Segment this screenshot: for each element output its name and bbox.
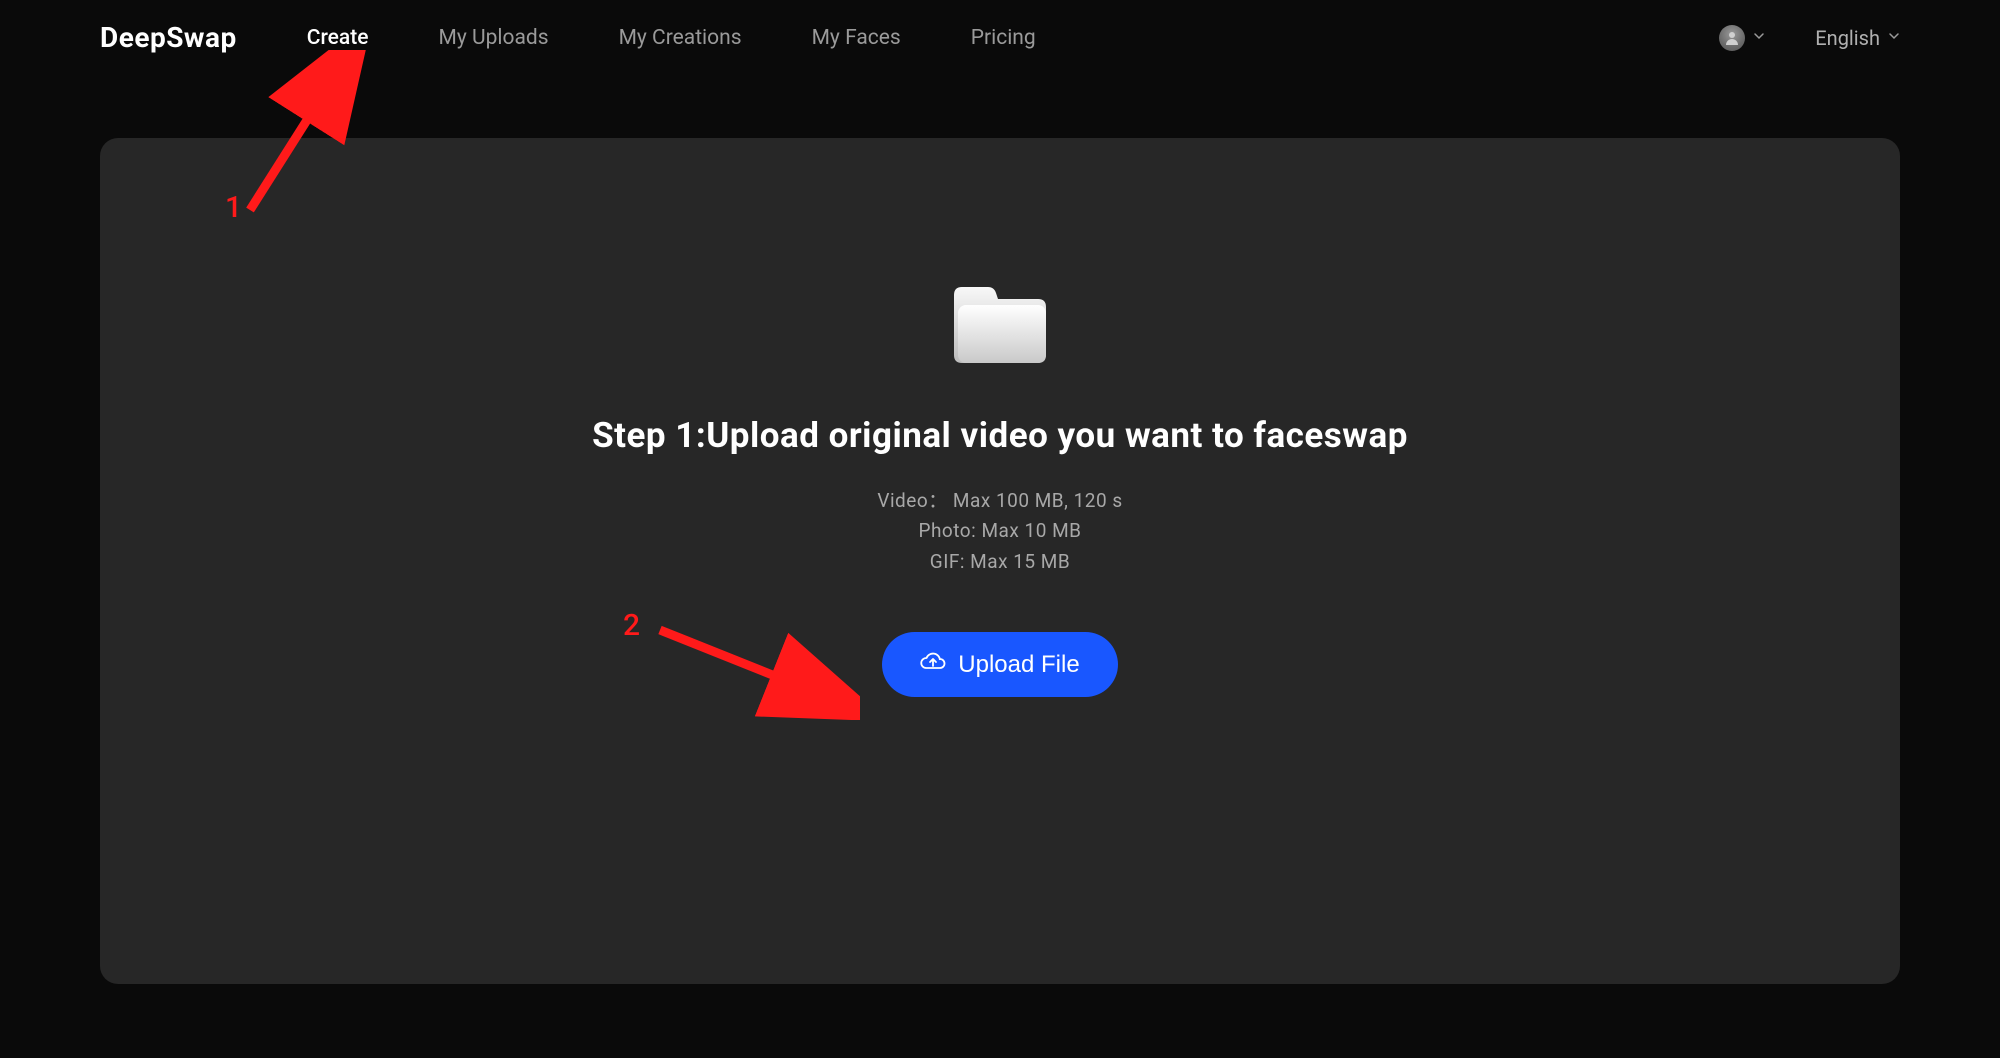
upload-panel: Step 1:Upload original video you want to… xyxy=(100,138,1900,984)
nav-create[interactable]: Create xyxy=(307,26,369,50)
account-menu[interactable] xyxy=(1719,25,1765,51)
language-label: English xyxy=(1815,26,1880,50)
upload-button-label: Upload File xyxy=(958,651,1079,679)
upload-file-button[interactable]: Upload File xyxy=(882,632,1117,697)
nav-pricing[interactable]: Pricing xyxy=(971,26,1036,50)
nav-my-uploads[interactable]: My Uploads xyxy=(438,26,548,50)
chevron-down-icon xyxy=(1753,30,1765,46)
step-heading: Step 1:Upload original video you want to… xyxy=(592,415,1408,456)
app-root: DeepSwap Create My Uploads My Creations … xyxy=(0,0,2000,1058)
person-icon xyxy=(1724,30,1740,46)
upload-limits: Video： Max 100 MB, 120 s Photo: Max 10 M… xyxy=(877,486,1122,577)
header: DeepSwap Create My Uploads My Creations … xyxy=(0,0,2000,75)
chevron-down-icon xyxy=(1888,30,1900,46)
limit-gif: GIF: Max 15 MB xyxy=(877,547,1122,577)
folder-icon xyxy=(950,283,1050,365)
brand-logo[interactable]: DeepSwap xyxy=(100,21,237,54)
nav-my-creations[interactable]: My Creations xyxy=(619,26,742,50)
limit-video: Video： Max 100 MB, 120 s xyxy=(877,486,1122,516)
limit-photo: Photo: Max 10 MB xyxy=(877,516,1122,546)
avatar-icon xyxy=(1719,25,1745,51)
main-nav: Create My Uploads My Creations My Faces … xyxy=(307,26,1036,50)
nav-my-faces[interactable]: My Faces xyxy=(812,26,901,50)
header-right: English xyxy=(1719,25,1900,51)
cloud-upload-icon xyxy=(920,650,946,679)
language-selector[interactable]: English xyxy=(1815,26,1900,50)
